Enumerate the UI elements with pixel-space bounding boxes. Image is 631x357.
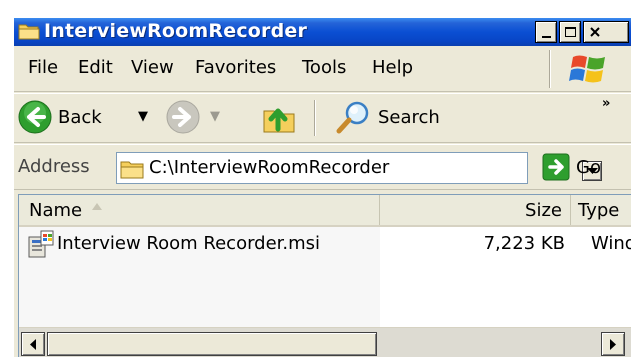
toolbar: Back ▼ ▼ Search »: [14, 93, 631, 143]
address-bar: Address C:\InterviewRoomRecorder Go: [14, 144, 631, 190]
table-row[interactable]: Interview Room Recorder.msi 7,223 KB Win…: [19, 227, 631, 263]
go-arrow-icon: [542, 153, 570, 181]
file-size: 7,223 KB: [483, 233, 565, 254]
go-button[interactable]: Go: [542, 153, 622, 183]
address-input[interactable]: C:\InterviewRoomRecorder: [116, 152, 602, 184]
chevron-left-icon: [30, 339, 36, 350]
sort-ascending-icon: [92, 203, 102, 210]
back-button[interactable]: Back ▼: [18, 99, 158, 137]
menu-help[interactable]: Help: [372, 57, 413, 78]
menu-separator: [549, 50, 551, 88]
windows-logo-icon: [569, 55, 605, 83]
folder-icon: [18, 24, 40, 40]
chevron-right-icon: [610, 339, 616, 350]
file-list[interactable]: Name Size Type Interview Room Recorder.m: [18, 194, 631, 357]
msi-installer-icon: [28, 230, 54, 258]
minimize-button[interactable]: [535, 21, 557, 43]
menu-bar: File Edit View Favorites Tools Help: [14, 46, 631, 92]
up-folder-icon[interactable]: [260, 99, 300, 137]
close-icon: [590, 27, 600, 37]
search-button[interactable]: Search: [332, 99, 462, 137]
address-label: Address: [18, 156, 90, 177]
explorer-window: InterviewRoomRecorder File Edit View Fav…: [14, 18, 631, 357]
back-dropdown-icon[interactable]: ▼: [138, 109, 148, 124]
search-magnifier-icon: [336, 101, 369, 134]
scrollbar-thumb[interactable]: [47, 332, 377, 356]
forward-dropdown-icon[interactable]: ▼: [210, 109, 220, 124]
address-value: C:\InterviewRoomRecorder: [149, 157, 390, 178]
menu-edit[interactable]: Edit: [78, 57, 113, 78]
scroll-left-button[interactable]: [21, 332, 45, 356]
file-name: Interview Room Recorder.msi: [57, 233, 321, 254]
back-label: Back: [58, 107, 102, 128]
menu-file[interactable]: File: [28, 57, 58, 78]
file-type: Windows Installer Package: [591, 233, 631, 254]
menu-view[interactable]: View: [131, 57, 174, 78]
horizontal-scrollbar[interactable]: [19, 327, 631, 357]
title-bar[interactable]: InterviewRoomRecorder: [14, 18, 631, 46]
window-title: InterviewRoomRecorder: [44, 20, 308, 42]
menu-favorites[interactable]: Favorites: [195, 57, 276, 78]
scroll-right-button[interactable]: [601, 332, 625, 356]
search-label: Search: [378, 107, 440, 128]
column-header-type[interactable]: Type: [572, 195, 631, 225]
column-header-name[interactable]: Name: [19, 195, 380, 225]
toolbar-overflow-chevron[interactable]: »: [602, 96, 611, 111]
back-arrow-icon: [18, 100, 52, 134]
minimize-icon: [542, 36, 551, 38]
maximize-button[interactable]: [559, 21, 581, 43]
column-header-size[interactable]: Size: [381, 195, 571, 225]
toolbar-separator: [314, 100, 316, 136]
column-size-label: Size: [525, 200, 562, 221]
column-name-label: Name: [29, 200, 83, 221]
go-label: Go: [576, 157, 601, 178]
folder-icon: [120, 161, 144, 179]
close-button[interactable]: [583, 21, 629, 43]
maximize-icon: [565, 27, 576, 37]
forward-button[interactable]: ▼: [166, 99, 246, 137]
column-type-label: Type: [578, 200, 620, 221]
forward-arrow-icon: [166, 100, 200, 134]
list-header: Name Size Type: [19, 195, 631, 227]
menu-tools[interactable]: Tools: [302, 57, 346, 78]
